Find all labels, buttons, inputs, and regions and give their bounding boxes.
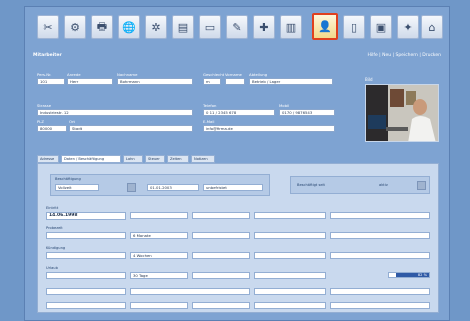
person-icon[interactable]: 👤 (312, 13, 338, 40)
header-actions[interactable]: Hilfe | Neu | Speichern | Drucken (367, 53, 441, 58)
grid-field-22[interactable] (192, 302, 250, 309)
label-pers-nr: Pers.Nr. (37, 72, 52, 77)
grid-field-9[interactable] (46, 252, 126, 259)
kuendigung-field[interactable]: 4 Wochen (130, 252, 188, 259)
label-kuendigung: Kündigung (46, 246, 66, 250)
grid-field-18[interactable] (254, 288, 326, 295)
grid-field-13[interactable] (46, 272, 126, 279)
grid-field-23[interactable] (254, 302, 326, 309)
tools-icon[interactable]: ✚ (253, 15, 275, 39)
settings-icon[interactable]: ✦ (397, 15, 419, 39)
grid-field-10[interactable] (192, 252, 250, 259)
vorname-field[interactable] (225, 78, 245, 85)
urlaub-field[interactable]: 30 Tage (130, 272, 188, 279)
document-icon[interactable]: ▤ (172, 15, 194, 39)
grid-field-6[interactable] (192, 232, 250, 239)
calendar-icon[interactable] (127, 183, 136, 192)
toolbar: ✂ ⚙ 🖶 🌐 ✲ ▤ ▭ ✎ ✚ ▥ 👤 ▯ ▣ ✦ ⌂ (31, 13, 443, 45)
label-email: E-Mail (203, 119, 215, 124)
image-icon[interactable]: ▣ (370, 15, 392, 39)
progress-bar: 82 % (388, 272, 430, 278)
grid-field-4[interactable] (330, 212, 430, 219)
grid-field-11[interactable] (254, 252, 326, 259)
grid-field-17[interactable] (130, 288, 250, 295)
pencil-icon[interactable]: ✎ (226, 15, 248, 39)
employment-group: Beschäftigung Vollzeit 01.01.2003 unbefr… (50, 174, 270, 196)
employment-term-field[interactable]: unbefristet (203, 184, 263, 191)
tab-daten-beschaeftigung[interactable]: Daten / Beschäftigung (61, 155, 121, 163)
geschlecht-field[interactable]: m (203, 78, 221, 85)
grid-field-19[interactable] (330, 288, 430, 295)
pers-nr-field[interactable]: 101 (37, 78, 65, 85)
probezeit-field[interactable]: 6 Monate (130, 232, 188, 239)
telefon-field[interactable]: 0 11 / 2345 678 (203, 109, 275, 116)
mobil-field[interactable]: 0170 / 9876543 (279, 109, 335, 116)
grid-field-8[interactable] (330, 232, 430, 239)
label-anrede: Anrede (67, 72, 81, 77)
tab-steuer[interactable]: Steuer (145, 155, 165, 163)
tab-adresse[interactable]: Adresse (37, 155, 59, 163)
label-nachname: Nachname (117, 72, 138, 77)
app-window: ✂ ⚙ 🖶 🌐 ✲ ▤ ▭ ✎ ✚ ▥ 👤 ▯ ▣ ✦ ⌂ Mitarbeite… (24, 6, 450, 321)
scissors-icon[interactable]: ✂ (37, 15, 59, 39)
tab-lohn[interactable]: Lohn (123, 155, 143, 163)
printer-icon[interactable]: 🖶 (91, 15, 113, 39)
grid-field-15[interactable] (254, 272, 326, 279)
gear-icon[interactable]: ⚙ (64, 15, 86, 39)
network-icon[interactable]: ✲ (145, 15, 167, 39)
abteilung-field[interactable]: Betrieb / Lager (249, 78, 333, 85)
ort-field[interactable]: Stadt (69, 125, 193, 132)
book-icon[interactable]: ▥ (280, 15, 302, 39)
progress-text: 82 % (417, 273, 427, 277)
grid-field-21[interactable] (130, 302, 188, 309)
label-vorname: Vorname (225, 72, 242, 77)
label-geschlecht: Geschlecht (203, 72, 225, 77)
nachname-field[interactable]: Bohrmann (117, 78, 193, 85)
bookmark-icon[interactable]: ⌂ (421, 15, 443, 39)
window-title-bar: Mitarbeiter Hilfe | Neu | Speichern | Dr… (33, 53, 441, 61)
status-value: aktiv (379, 183, 388, 187)
label-mobil: Mobil (279, 103, 290, 108)
grid-field-14[interactable] (192, 272, 250, 279)
label-strasse: Strasse (37, 103, 52, 108)
label-probezeit: Probezeit (46, 226, 63, 230)
eintritt-field[interactable]: 14.06.1998 (46, 212, 126, 220)
plz-field[interactable]: 80000 (37, 125, 67, 132)
employment-date-field[interactable]: 01.01.2003 (147, 184, 199, 191)
employment-type-field[interactable]: Vollzeit (55, 184, 99, 191)
email-field[interactable]: info@firma.de (203, 125, 335, 132)
label-abteilung: Abteilung (249, 72, 268, 77)
label-urlaub: Urlaub (46, 266, 58, 270)
anrede-field[interactable]: Herr (67, 78, 113, 85)
grid-field-7[interactable] (254, 232, 326, 239)
status-group: Beschäftigt seit aktiv (290, 176, 430, 194)
strasse-field[interactable]: Industriestr. 12 (37, 109, 193, 116)
folder-icon[interactable]: ▭ (199, 15, 221, 39)
grid-field-2[interactable] (192, 212, 250, 219)
page-title: Mitarbeiter (33, 53, 62, 58)
tab-zeiten[interactable]: Zeiten (167, 155, 189, 163)
grid-field-3[interactable] (254, 212, 326, 219)
globe-icon[interactable]: 🌐 (118, 15, 140, 39)
grid-field-16[interactable] (46, 288, 126, 295)
tab-notizen[interactable]: Notizen (191, 155, 215, 163)
grid-field-5[interactable] (46, 232, 126, 239)
status-label: Beschäftigt seit (297, 183, 325, 187)
grid-field-1[interactable] (130, 212, 188, 219)
employment-group-label: Beschäftigung (55, 177, 81, 181)
photo-illustration (366, 85, 438, 141)
label-telefon: Telefon (203, 103, 217, 108)
photo-label: Bild (365, 77, 373, 82)
tab-panel: Beschäftigung Vollzeit 01.01.2003 unbefr… (37, 163, 439, 313)
status-toggle-button[interactable] (417, 181, 426, 190)
employee-photo (365, 84, 439, 142)
label-eintritt: Eintritt (46, 206, 59, 210)
grid-field-20[interactable] (46, 302, 126, 309)
label-plz: PLZ (37, 119, 45, 124)
page-icon[interactable]: ▯ (343, 15, 365, 39)
grid-field-12[interactable] (330, 252, 430, 259)
grid-field-24[interactable] (330, 302, 430, 309)
label-ort: Ort (69, 119, 76, 124)
